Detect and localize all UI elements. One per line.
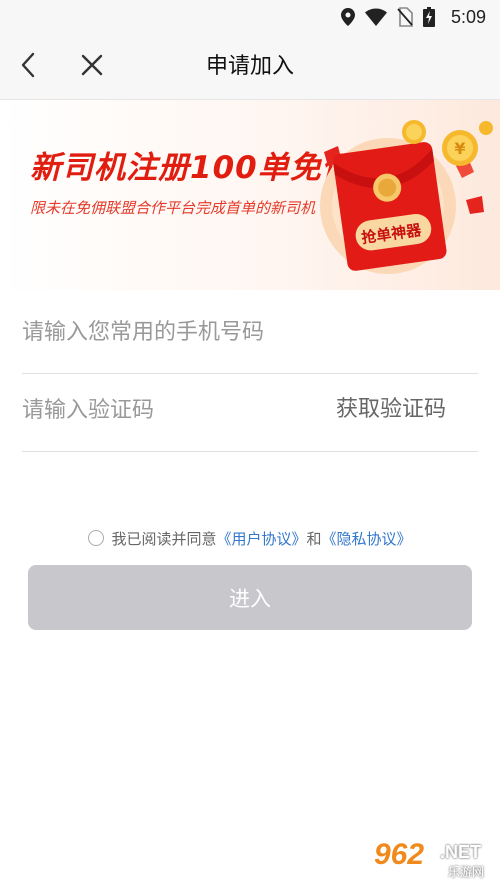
- location-icon: [340, 8, 355, 26]
- banner-subline: 限未在免佣联盟合作平台完成首单的新司机: [30, 199, 316, 217]
- page-title: 申请加入: [205, 54, 294, 79]
- agreement-radio[interactable]: [88, 530, 105, 546]
- user-agreement-link[interactable]: 《用户协议》: [216, 528, 306, 549]
- site-watermark-logo: 962 .NET 乐游网: [368, 836, 494, 884]
- watermark-net: .NET: [440, 842, 482, 862]
- svg-text:¥: ¥: [454, 139, 465, 158]
- status-time: 5:09: [450, 6, 486, 27]
- watermark-number: 962: [374, 838, 425, 871]
- verification-code-input[interactable]: [22, 368, 302, 452]
- get-code-button[interactable]: 获取验证码: [336, 368, 446, 452]
- privacy-agreement-link[interactable]: 《隐私协议》: [322, 528, 412, 549]
- enter-button[interactable]: 进入: [28, 565, 472, 630]
- nav-bar: 申请加入: [0, 34, 500, 100]
- red-envelope-illustration: 抢单神器 ¥: [306, 108, 500, 290]
- watermark-cn: 乐游网: [448, 865, 485, 879]
- phone-input[interactable]: [22, 290, 478, 374]
- phone-field: [22, 290, 478, 374]
- agreement-conjunction: 和: [306, 529, 322, 548]
- no-sim-icon: [397, 7, 413, 27]
- wifi-icon: [364, 8, 387, 26]
- code-field: 获取验证码: [22, 368, 478, 452]
- status-bar: 5:09: [0, 0, 500, 34]
- agreement-prefix: 我已阅读并同意: [111, 529, 217, 548]
- promo-banner[interactable]: 新司机注册100单免佣 限未在免佣联盟合作平台完成首单的新司机 抢单神器 ¥: [0, 100, 500, 290]
- agreement-row: 我已阅读并同意 《用户协议》 和 《隐私协议》: [0, 526, 500, 550]
- battery-charging-icon: [422, 7, 435, 27]
